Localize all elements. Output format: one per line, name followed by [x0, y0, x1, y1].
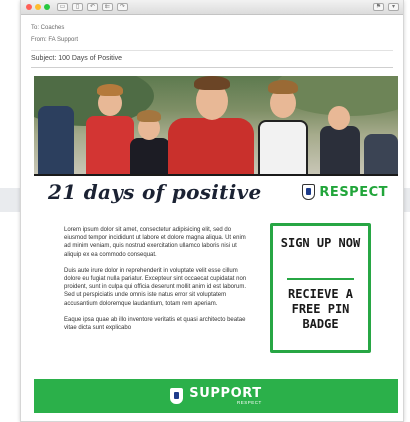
- subject-field: Subject: 100 Days of Positive: [31, 55, 123, 62]
- mail-window: ▭ ▯ ↶ ⇇ ↷ ⚑ ▾ To: Coaches From: FA Suppo…: [20, 0, 404, 422]
- campaign-banner: 21 days of positive RESPECT: [34, 174, 398, 214]
- player-hair: [137, 110, 161, 122]
- reply-icon[interactable]: ↶: [87, 3, 98, 11]
- flag-icon[interactable]: ⚑: [373, 3, 384, 11]
- trash-icon[interactable]: ▯: [72, 3, 83, 11]
- fa-crest-icon: [170, 388, 184, 404]
- support-logo-text: SUPPORT: [189, 386, 262, 401]
- player-hair: [268, 80, 298, 94]
- player-figure: [364, 134, 398, 174]
- player-figure: [130, 138, 170, 174]
- email-body: 21 days of positive RESPECT Lorem ipsum …: [34, 76, 398, 421]
- title-bar: ▭ ▯ ↶ ⇇ ↷ ⚑ ▾: [21, 0, 403, 15]
- signup-cta-box[interactable]: SIGN UP NOW RECIEVE A FREE PIN BADGE: [270, 223, 371, 353]
- cta-divider: [287, 278, 354, 280]
- coach-hair: [194, 76, 230, 90]
- player-figure: [320, 126, 360, 174]
- body-copy: Lorem ipsum dolor sit amet, consectetur …: [64, 226, 250, 340]
- respect-logo-text: RESPECT: [319, 184, 388, 200]
- body-paragraph: Duis aute irure dolor in reprehenderit i…: [64, 267, 247, 307]
- reply-all-icon[interactable]: ⇇: [102, 3, 113, 11]
- archive-icon[interactable]: ▭: [57, 3, 68, 11]
- body-paragraph: Lorem ipsum dolor sit amet, consectetur …: [64, 227, 246, 258]
- banner-title: 21 days of positive: [48, 180, 262, 204]
- maximize-window-button[interactable]: [44, 4, 50, 10]
- respect-logo: RESPECT: [302, 184, 388, 200]
- support-logo: SUPPORT RESPECT: [189, 387, 262, 405]
- more-icon[interactable]: ▾: [388, 3, 399, 11]
- fa-crest-icon: [302, 184, 316, 200]
- forward-icon[interactable]: ↷: [117, 3, 128, 11]
- coach-figure: [168, 118, 254, 174]
- subject-divider: [31, 67, 393, 68]
- to-field: To: Coaches: [31, 25, 65, 31]
- player-face: [328, 106, 350, 130]
- minimize-window-button[interactable]: [35, 4, 41, 10]
- player-hair: [97, 84, 123, 96]
- player-figure: [38, 106, 74, 174]
- player-figure: [86, 116, 134, 174]
- cta-signup-text: SIGN UP NOW: [280, 236, 361, 250]
- support-logo-subtext: RESPECT: [237, 400, 262, 405]
- support-footer: SUPPORT RESPECT: [34, 379, 398, 413]
- email-header: To: Coaches From: FA Support Subject: 10…: [21, 22, 403, 68]
- body-paragraph: Eaque ipsa quae ab illo inventore verita…: [64, 316, 246, 332]
- hero-photo: [34, 76, 398, 174]
- player-figure: [258, 120, 308, 174]
- from-field: From: FA Support: [31, 37, 79, 43]
- close-window-button[interactable]: [26, 4, 32, 10]
- cta-badge-text: RECIEVE A FREE PIN BADGE: [287, 287, 354, 331]
